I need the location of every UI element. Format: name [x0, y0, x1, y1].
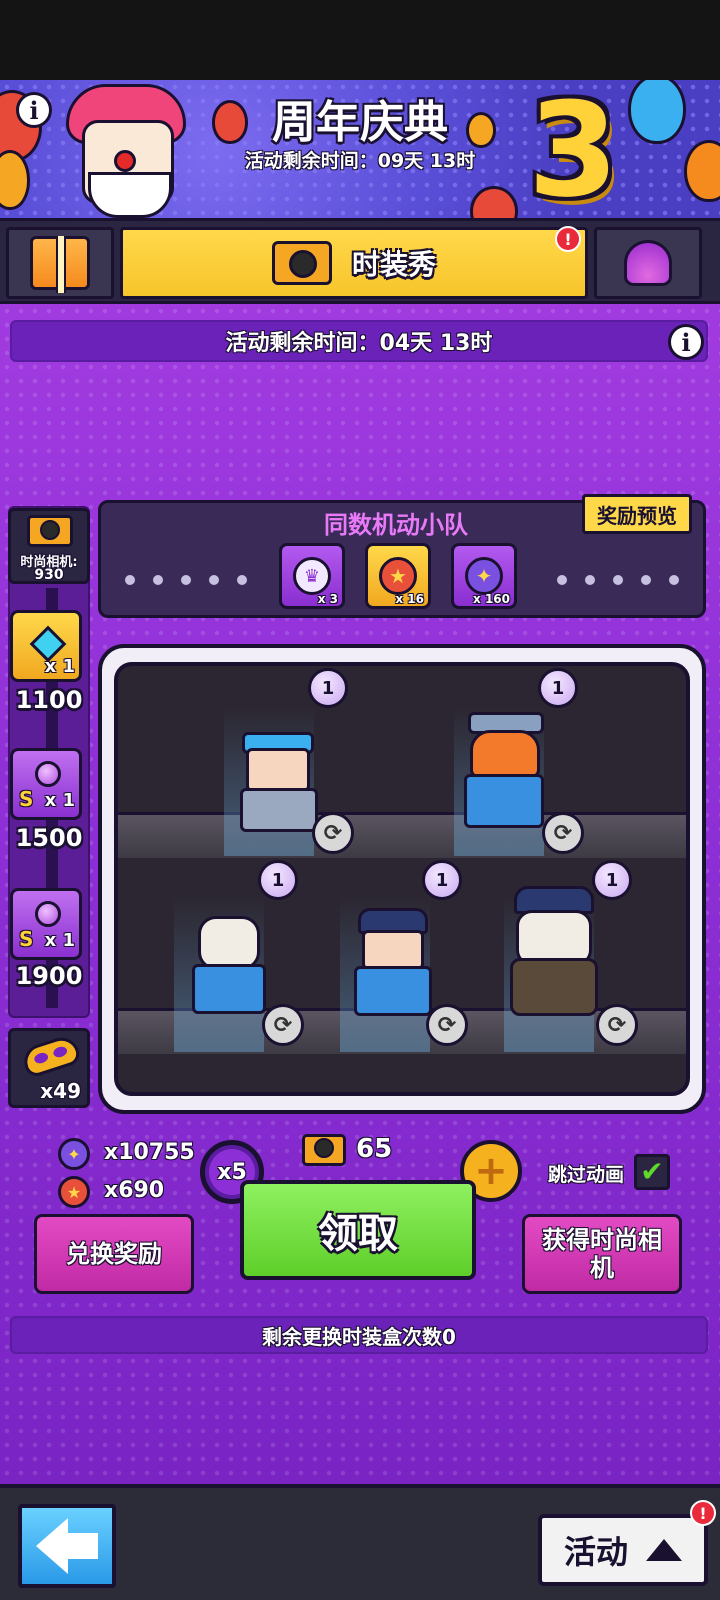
character-redhair-police[interactable] [450, 710, 560, 830]
character-panda-police[interactable] [492, 886, 612, 1018]
tab-fashion-show-label: 时装秀 [351, 248, 436, 281]
camera-icon [271, 241, 332, 285]
alert-badge: ! [555, 226, 581, 252]
reward-qty: x 3 [317, 592, 338, 606]
skip-animation-checkbox[interactable]: ✔ [634, 1154, 670, 1190]
skip-animation-label: 跳过动画 [548, 1164, 625, 1186]
currency-a: x10755 [104, 1140, 195, 1165]
plus-icon: + [474, 1148, 508, 1194]
reward-slot[interactable]: ✦ x 160 [451, 543, 517, 609]
character-cat-police[interactable] [176, 910, 276, 1016]
progress-dots-right [557, 575, 679, 585]
currency-b: x690 [104, 1178, 165, 1203]
milestone-qty: x 1 [44, 790, 75, 811]
level-badge: 1 [258, 860, 298, 900]
shell-icon [624, 240, 672, 286]
anniversary-number: 3 [528, 80, 619, 220]
anniversary-banner: i 周年庆典 活动剩余时间：09天 13时 3 [0, 80, 720, 220]
star-medal-icon: ★ [379, 557, 417, 595]
reward-slot[interactable]: ★ x 16 [365, 543, 431, 609]
tab-shell[interactable] [594, 227, 702, 299]
camera-icon [27, 515, 73, 547]
sparkle-medal-icon: ✦ [465, 557, 503, 595]
milestone-points: 1900 [15, 962, 83, 990]
checkmark-icon: ✔ [640, 1155, 664, 1188]
exchange-rewards-button[interactable]: 兑换奖励 [34, 1214, 194, 1294]
clown-mascot-icon [58, 84, 198, 220]
milestone-tier: S [19, 927, 34, 951]
milestone-points: 1100 [15, 686, 83, 714]
level-badge: 1 [538, 668, 578, 708]
character-goggles-police[interactable] [228, 730, 328, 834]
orb-icon [35, 901, 61, 927]
activity-button[interactable]: 活动 [538, 1514, 708, 1586]
balloon-icon [628, 80, 686, 144]
info-icon[interactable]: i [668, 324, 704, 360]
milestone-chest-purple[interactable]: S x 1 [10, 888, 82, 960]
milestone-points: 1500 [15, 824, 83, 852]
info-icon[interactable]: i [16, 92, 52, 128]
level-badge: 1 [422, 860, 462, 900]
camera-cost: 65 [356, 1134, 393, 1164]
swap-icon[interactable]: ⟳ [426, 1004, 468, 1046]
mask-item[interactable]: x49 [8, 1028, 90, 1108]
camera-count: 930 [34, 567, 64, 583]
mask-icon [19, 1033, 83, 1079]
level-badge: 1 [592, 860, 632, 900]
reward-preview-button[interactable]: 奖励预览 [582, 494, 692, 534]
progress-dots-left [125, 575, 247, 585]
event-countdown: 活动剩余时间：04天 13时 [10, 320, 708, 362]
milestone-chest-gold[interactable]: x 1 [10, 610, 82, 682]
event-tabs: 时装秀 ! [0, 218, 720, 304]
tab-gift[interactable] [6, 227, 114, 299]
back-arrow-icon [36, 1518, 68, 1574]
milestone-chest-purple[interactable]: S x 1 [10, 748, 82, 820]
remaining-changes-bar: 剩余更换时装盒次数0 [10, 1316, 708, 1354]
banner-title: 周年庆典 [272, 97, 448, 148]
character-ninja-police[interactable] [336, 908, 446, 1018]
crown-medal-icon: ♛ [293, 557, 331, 595]
tab-fashion-show[interactable]: 时装秀 ! [120, 226, 588, 299]
swap-icon[interactable]: ⟳ [262, 1004, 304, 1046]
camera-icon [302, 1134, 346, 1166]
sparkle-medal-icon: ✦ [58, 1138, 90, 1170]
mask-qty: x49 [40, 1079, 81, 1103]
fashion-camera-counter: 时尚相机: 930 [8, 508, 90, 584]
get-camera-button[interactable]: 获得时尚相机 [522, 1214, 682, 1294]
star-medal-icon: ★ [58, 1176, 90, 1208]
alert-badge: ! [690, 1500, 716, 1526]
chevron-up-icon [646, 1539, 682, 1561]
milestone-qty: x 1 [44, 930, 75, 951]
reward-qty: x 160 [473, 592, 510, 606]
swap-icon[interactable]: ⟳ [542, 812, 584, 854]
reward-qty: x 16 [395, 592, 424, 606]
level-badge: 1 [308, 668, 348, 708]
gift-box-icon [30, 236, 90, 293]
back-button[interactable] [18, 1504, 116, 1588]
claim-button[interactable]: 领取 [240, 1180, 476, 1280]
banner-countdown: 活动剩余时间：09天 13时 [244, 150, 476, 172]
reward-slot[interactable]: ♛ x 3 [279, 543, 345, 609]
milestone-qty: x 1 [44, 656, 75, 677]
milestone-tier: S [19, 787, 34, 811]
swap-icon[interactable]: ⟳ [596, 1004, 638, 1046]
orb-icon [35, 761, 61, 787]
swap-icon[interactable]: ⟳ [312, 812, 354, 854]
status-bar [0, 0, 720, 80]
